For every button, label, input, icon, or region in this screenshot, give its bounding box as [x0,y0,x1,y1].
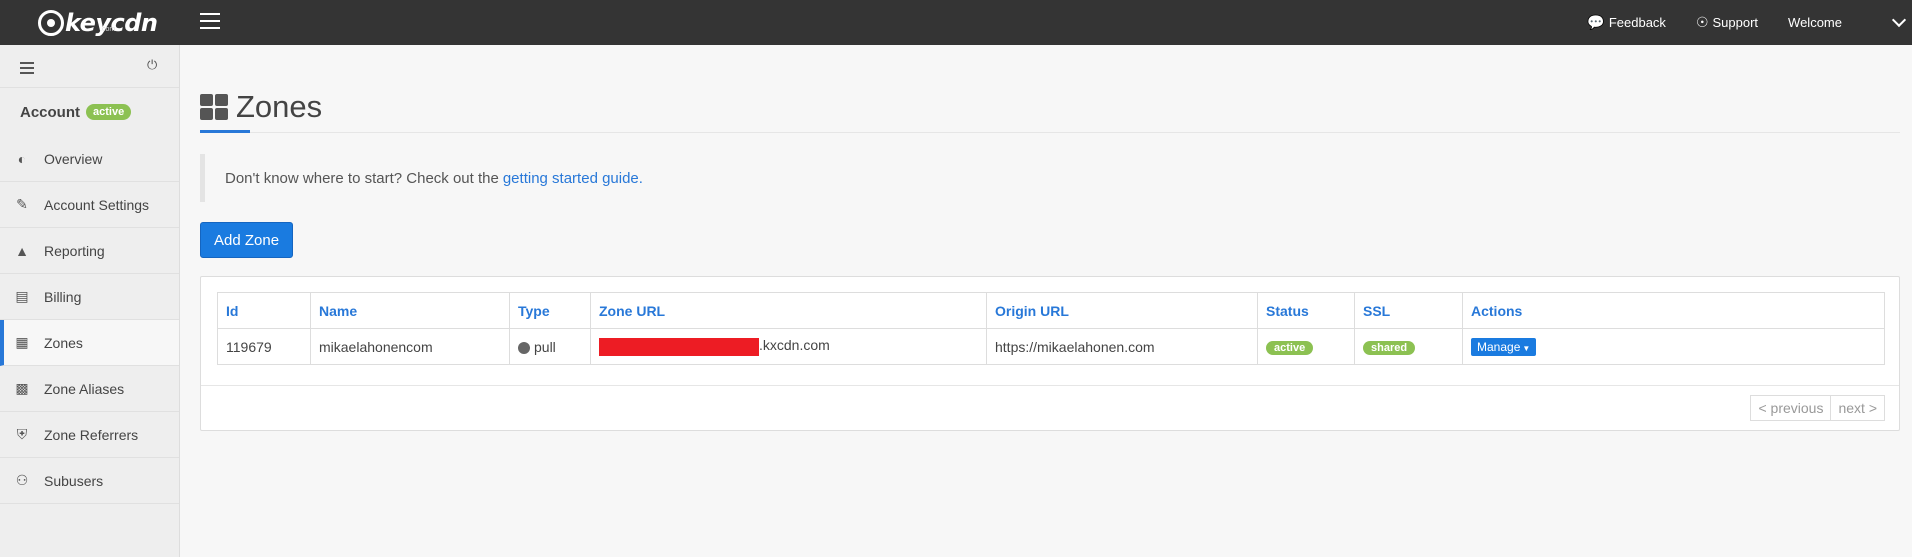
cell-type: pull [509,328,591,365]
manage-label: Manage [1477,339,1521,354]
sidebar-collapse-icon[interactable] [20,62,34,77]
pagination: < previous next > [1750,395,1885,421]
power-icon[interactable]: ⏻ [147,57,157,73]
cell-id: 119679 [217,328,311,365]
panel-divider [201,385,1899,386]
pull-dot-icon [518,341,530,354]
sidebar-tools: ⏻ [0,45,179,88]
col-status[interactable]: Status [1257,292,1355,329]
previous-page-button[interactable]: < previous [1750,395,1832,421]
type-label: pull [534,338,556,355]
sidebar-item-zones[interactable]: ▦ Zones [0,320,179,366]
cell-ssl: shared [1354,328,1463,365]
sidebar-item-overview[interactable]: ◐ Overview [0,136,179,182]
logo-subtext: .com [100,26,116,33]
add-zone-button[interactable]: Add Zone [200,222,294,258]
caret-down-icon: ▼ [1522,343,1531,353]
table-row: 119679 mikaelahonencom pull .kxcdn.com h… [217,328,1885,365]
redacted-block [599,337,759,356]
cell-actions: Manage ▼ [1462,328,1885,365]
col-ssl[interactable]: SSL [1354,292,1463,329]
next-page-button[interactable]: next > [1831,395,1885,421]
status-badge: active [1266,341,1314,355]
col-actions: Actions [1462,292,1885,329]
edit-icon: ✎ [16,196,28,212]
lifebuoy-icon: ☉ [1695,14,1709,30]
sidebar-item-subusers[interactable]: ⚇ Subusers [0,458,179,504]
title-underline [200,130,250,133]
zone-url-suffix: .kxcdn.com [759,337,830,354]
sidebar-item-reporting[interactable]: ▲ Reporting [0,228,179,274]
sidebar: ⏻ Account active ◐ Overview ✎ Account Se… [0,45,180,557]
callout-text: Don't know where to start? Check out the [225,169,499,187]
main-menu-toggle-icon[interactable] [200,13,220,31]
th-icon: ▩ [15,380,29,396]
sidebar-item-account-settings[interactable]: ✎ Account Settings [0,182,179,228]
col-type[interactable]: Type [509,292,591,329]
sidebar-item-label: Account Settings [44,196,150,213]
feedback-label: Feedback [1608,15,1666,30]
zones-panel: Id Name Type Zone URL Origin URL Status … [200,276,1900,431]
cell-zone-url: .kxcdn.com [590,328,987,365]
sidebar-item-label: Billing [44,288,82,305]
sidebar-item-label: Overview [44,150,103,167]
shield-icon: ⛨ [16,426,28,442]
sidebar-item-label: Reporting [44,242,105,259]
keycdn-logo[interactable]: keycdn [38,7,158,39]
logo-mark-icon [38,10,64,36]
page-title-text: Zones [236,89,323,124]
page-title: Zones [200,89,322,125]
account-header: Account active [0,88,179,136]
top-right-links: 💬 Feedback ☉ Support Welcome [1587,0,1912,45]
account-status-badge: active [86,104,132,120]
ssl-badge: shared [1363,341,1416,355]
sidebar-item-label: Zones [44,334,83,351]
welcome-menu[interactable]: Welcome [1788,15,1842,30]
col-zone-url[interactable]: Zone URL [590,292,987,329]
support-link[interactable]: ☉ Support [1696,14,1758,31]
sidebar-item-label: Zone Aliases [44,380,125,397]
page-header: Zones [200,45,1900,133]
zones-table: Id Name Type Zone URL Origin URL Status … [217,292,1885,365]
sidebar-item-label: Subusers [44,472,104,489]
area-chart-icon: ▲ [15,242,29,259]
support-label: Support [1712,15,1759,30]
table-header-row: Id Name Type Zone URL Origin URL Status … [217,292,1885,329]
users-icon: ⚇ [15,472,29,488]
cell-name: mikaelahonencom [310,328,510,365]
top-navbar: keycdn .com 💬 Feedback ☉ Support Welcome [0,0,1912,45]
cell-status: active [1257,328,1355,365]
main-content: Zones Don't know where to start? Check o… [200,45,1900,431]
col-origin-url[interactable]: Origin URL [986,292,1258,329]
getting-started-link[interactable]: getting started guide. [503,170,643,187]
sidebar-item-zone-referrers[interactable]: ⛨ Zone Referrers [0,412,179,458]
account-label: Account [20,103,80,121]
sidebar-item-zone-aliases[interactable]: ▩ Zone Aliases [0,366,179,412]
comments-icon: 💬 [1587,14,1605,30]
getting-started-callout: Don't know where to start? Check out the… [200,154,1900,202]
feedback-link[interactable]: 💬 Feedback [1587,14,1666,31]
zones-grid-icon [200,94,228,120]
cell-origin-url: https://mikaelahonen.com [986,328,1258,365]
sidebar-item-label: Zone Referrers [44,426,139,443]
col-name[interactable]: Name [310,292,510,329]
col-id[interactable]: Id [217,292,311,329]
sidebar-item-billing[interactable]: ▤ Billing [0,274,179,320]
gauge-icon: ◐ [17,150,27,167]
manage-dropdown-button[interactable]: Manage ▼ [1471,337,1537,356]
credit-card-icon: ▤ [15,288,29,304]
grid-icon: ▦ [15,334,29,350]
